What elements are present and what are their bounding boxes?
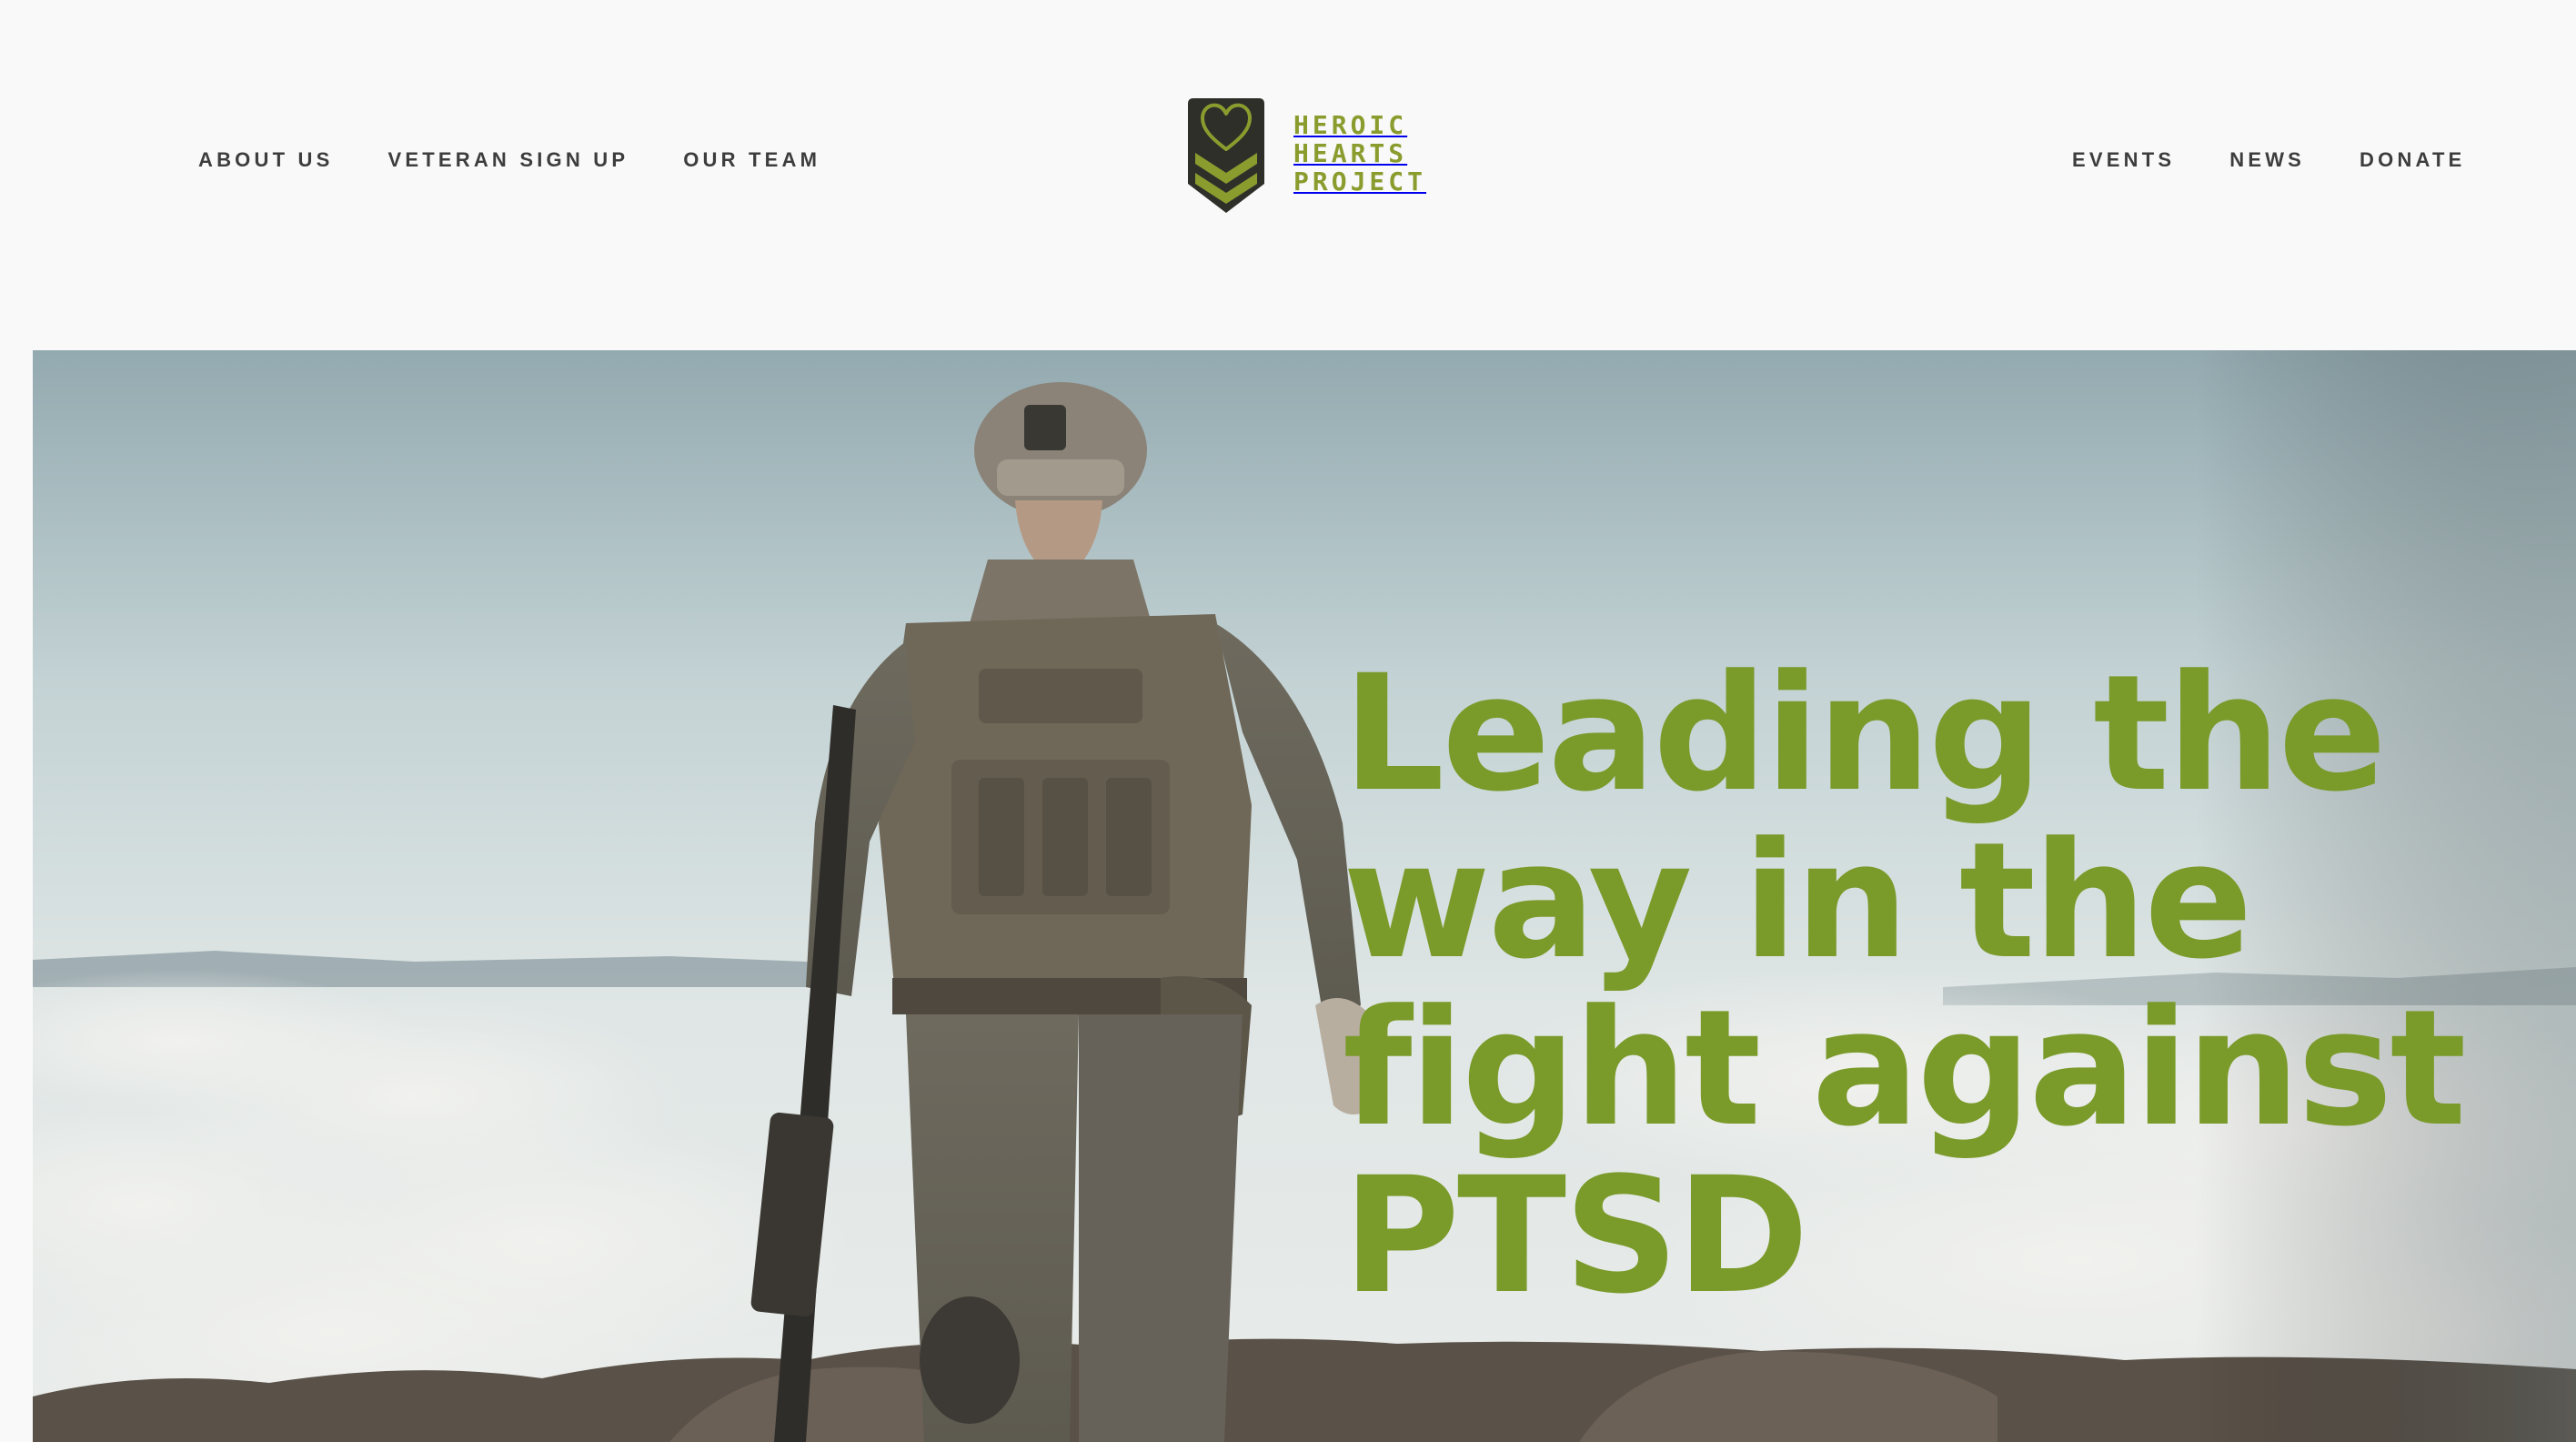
nav-link-our-team[interactable]: OUR TEAM [683,143,820,177]
headline-line-1: Leading the [1343,640,2387,827]
nav-link-veteran-sign-up[interactable]: VETERAN SIGN UP [388,143,629,177]
hero-headline: Leading the way in the fight against PTS… [1343,650,2525,1320]
hero-banner: Leading the way in the fight against PTS… [33,350,2576,1442]
nav-link-events[interactable]: EVENTS [2072,143,2175,177]
logo-line-2: HEARTS [1293,138,1408,168]
nav-link-about-us[interactable]: ABOUT US [198,143,334,177]
headline-line-4: PTSD [1343,1143,1809,1329]
heart-chevron-badge-icon [1188,98,1264,213]
logo-line-3: PROJECT [1293,166,1427,197]
logo-line-1: HEROIC [1293,110,1408,140]
logo-wordmark: HEROIC HEARTS PROJECT [1293,111,1426,196]
headline-line-3: fight against [1343,975,2467,1162]
nav-link-news[interactable]: NEWS [2229,143,2305,177]
nav-link-donate[interactable]: DONATE [2360,143,2465,177]
primary-nav-right: EVENTS NEWS DONATE [2072,143,2466,177]
primary-nav-left: ABOUT US VETERAN SIGN UP OUR TEAM [198,143,820,177]
headline-line-2: way in the [1343,808,2253,994]
site-logo[interactable]: HEROIC HEARTS PROJECT [1184,95,1448,218]
site-header: ABOUT US VETERAN SIGN UP OUR TEAM HEROIC… [0,0,2576,350]
